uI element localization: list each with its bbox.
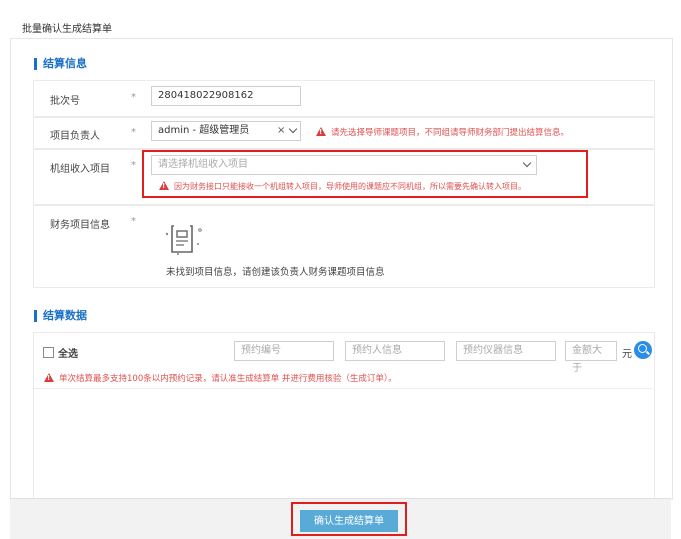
required-mark: * (131, 127, 136, 138)
required-mark: * (131, 92, 136, 103)
settlement-data-title: 结算数据 (34, 310, 87, 322)
project-leader-label: 项目负责人 (50, 131, 100, 142)
instrument-filter[interactable]: 预约仪器信息 (456, 341, 556, 361)
amount-filter[interactable]: 金额大于 (565, 341, 617, 374)
finance-info-label: 财务项目信息 (50, 220, 110, 231)
search-icon[interactable] (634, 341, 652, 359)
warning-icon (44, 373, 54, 382)
booking-no-filter[interactable]: 预约编号 (234, 341, 334, 361)
select-all-checkbox[interactable] (43, 347, 54, 358)
settlement-data-box (33, 332, 655, 499)
project-leader-value: admin - 超级管理员 (158, 125, 250, 136)
divider (34, 388, 653, 389)
empty-document-icon (165, 225, 202, 255)
highlight-frame (142, 150, 588, 198)
select-all-label: 全选 (58, 349, 78, 360)
finance-empty-text: 未找到项目信息，请创建该负责人财务课题项目信息 (166, 267, 385, 278)
required-mark: * (131, 160, 136, 171)
project-leader-warning: 请先选择导师课题项目，不同组请导师财务部门提出结算信息。 (316, 126, 569, 138)
batch-no-label: 批次号 (50, 96, 80, 107)
notice-text: 单次结算最多支持100条以内预约记录，请认准生成结算单 并进行费用核验（生成订单… (59, 374, 397, 384)
page-title: 批量确认生成结算单 (22, 24, 112, 35)
booker-filter[interactable]: 预约人信息 (345, 341, 445, 361)
batch-no-row (33, 80, 655, 118)
warning-icon (316, 127, 326, 136)
unit-income-label: 机组收入项目 (50, 164, 110, 175)
required-mark: * (131, 216, 136, 227)
settlement-info-title: 结算信息 (34, 58, 87, 70)
highlight-frame (291, 502, 407, 536)
batch-no-input[interactable]: 280418022908162 (151, 86, 301, 106)
clear-selection-icon[interactable]: × (277, 125, 285, 136)
amount-unit: 元 (622, 349, 632, 360)
settlement-notice: 单次结算最多支持100条以内预约记录，请认准生成结算单 并进行费用核验（生成订单… (44, 372, 397, 384)
warning-text: 请先选择导师课题项目，不同组请导师财务部门提出结算信息。 (331, 128, 570, 138)
